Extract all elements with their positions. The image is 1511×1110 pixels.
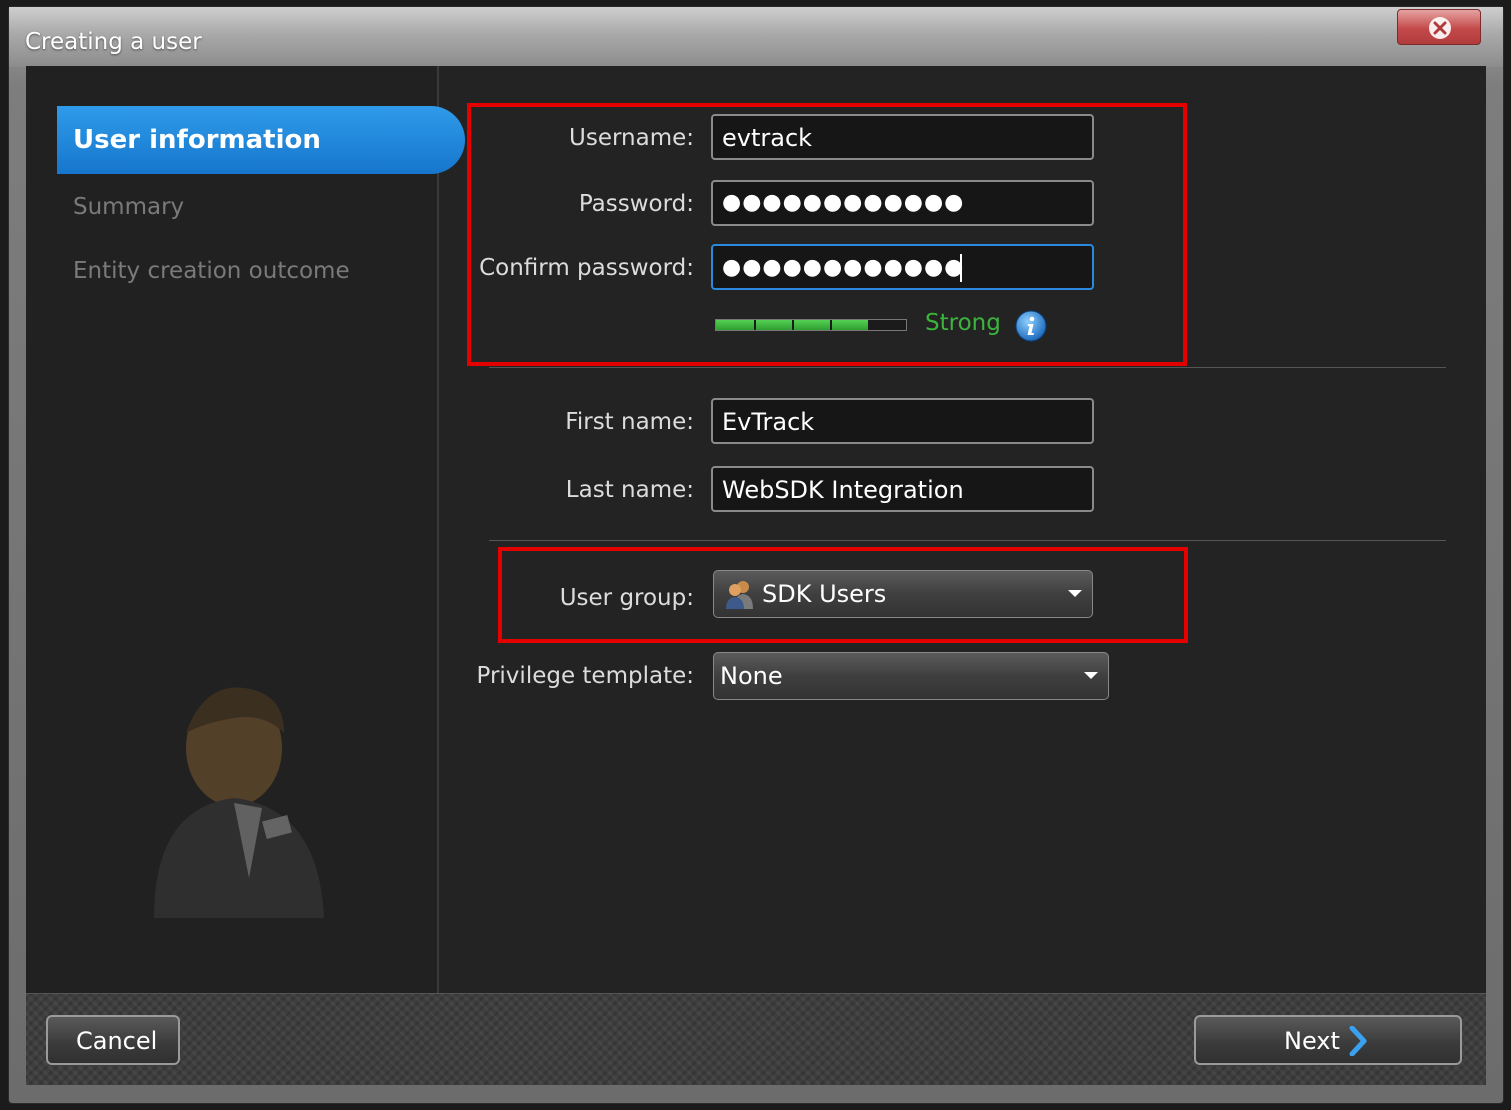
step-label: User information xyxy=(73,125,321,155)
step-summary[interactable]: Summary xyxy=(73,194,184,220)
first-name-label: First name: xyxy=(565,409,694,435)
last-name-label: Last name: xyxy=(565,477,694,503)
first-name-field[interactable]: EvTrack xyxy=(711,398,1094,444)
next-button-label: Next xyxy=(1284,1027,1340,1055)
highlight-box-credentials xyxy=(467,103,1187,366)
chevron-down-icon xyxy=(1084,672,1098,679)
next-button[interactable]: Next xyxy=(1194,1015,1462,1065)
cancel-button[interactable]: Cancel xyxy=(46,1015,180,1065)
cancel-button-label: Cancel xyxy=(76,1027,158,1055)
chevron-right-icon xyxy=(1349,1026,1367,1056)
dialog-title: Creating a user xyxy=(25,29,202,55)
last-name-field[interactable]: WebSDK Integration xyxy=(711,466,1094,512)
section-divider xyxy=(489,540,1446,541)
step-user-information[interactable]: User information xyxy=(57,106,465,174)
user-avatar-icon xyxy=(144,678,344,918)
title-bar: Creating a user xyxy=(9,7,1503,67)
privilege-template-value: None xyxy=(720,662,783,690)
close-icon xyxy=(1429,17,1451,39)
step-entity-creation-outcome[interactable]: Entity creation outcome xyxy=(73,258,350,284)
section-divider xyxy=(489,367,1446,368)
privilege-template-label: Privilege template: xyxy=(476,663,695,689)
highlight-box-user-group xyxy=(498,547,1188,643)
dialog-footer: Cancel Next xyxy=(26,993,1486,1085)
wizard-steps-sidebar: User information Summary Entity creation… xyxy=(26,66,465,993)
close-button[interactable] xyxy=(1397,9,1481,45)
privilege-template-dropdown[interactable]: None xyxy=(713,652,1109,700)
